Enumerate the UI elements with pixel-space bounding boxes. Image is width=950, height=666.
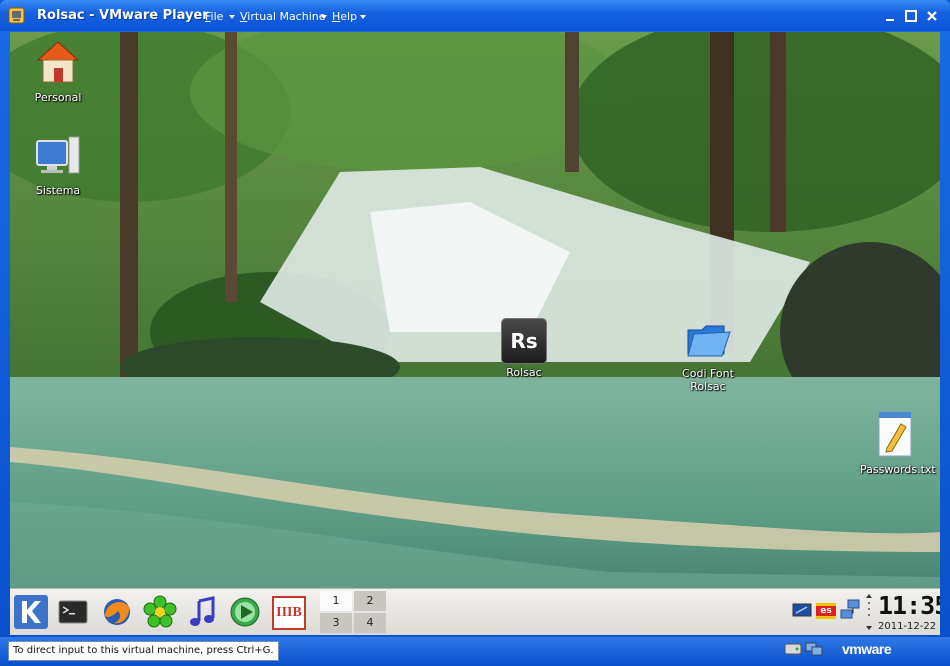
desktop-icon-label: Rolsac <box>506 366 542 379</box>
desktop-icon-label: Codi Font Rolsac <box>682 367 734 393</box>
kde-taskbar: IIIB 1 2 3 4 es 11:35 2011-12-22 <box>10 588 940 635</box>
desktop-icon-codi-font-rolsac[interactable]: Codi Font Rolsac <box>663 318 753 393</box>
terminal-icon[interactable] <box>56 595 90 629</box>
desktop-icon-label: Passwords.txt <box>860 463 936 476</box>
close-icon[interactable] <box>925 9 939 23</box>
media-player-icon[interactable] <box>228 595 262 629</box>
vm-screen[interactable]: Personal Sistema Rs Rolsac Codi Font Rol… <box>10 32 940 635</box>
window-title: Rolsac - VMware Player <box>37 8 209 23</box>
folder-icon <box>687 325 731 357</box>
input-hint-message: To direct input to this virtual machine,… <box>8 641 279 661</box>
display-icon[interactable] <box>792 603 812 619</box>
hard-disk-icon[interactable] <box>784 641 802 657</box>
desktop-pager: 1 2 3 4 <box>320 591 386 633</box>
network-icon[interactable] <box>840 599 860 621</box>
desktop-icon-sistema[interactable]: Sistema <box>13 135 103 197</box>
text-file-icon <box>878 411 912 457</box>
icq-flower-icon[interactable] <box>143 595 177 629</box>
ib-app-icon[interactable]: IIIB <box>272 596 306 630</box>
clock-time[interactable]: 11:35 <box>878 591 940 620</box>
desktop-wallpaper <box>10 32 940 635</box>
menu-file-arrow-icon[interactable] <box>229 15 235 19</box>
firefox-icon[interactable] <box>100 595 134 629</box>
pager-desktop-3[interactable]: 3 <box>320 613 352 633</box>
network-adapter-icon[interactable] <box>805 641 823 657</box>
desktop-icon-personal[interactable]: Personal <box>13 40 103 104</box>
home-folder-icon <box>36 41 80 83</box>
pager-desktop-4[interactable]: 4 <box>354 613 386 633</box>
desktop-icon-label: Sistema <box>35 184 81 197</box>
menu-help[interactable]: Help <box>332 10 357 23</box>
music-note-icon[interactable] <box>185 595 219 629</box>
menu-virtual-machine[interactable]: Virtual Machine <box>240 10 326 23</box>
vmware-logo: vmware <box>842 641 892 657</box>
keyboard-layout-icon[interactable]: es <box>816 603 836 619</box>
menu-help-arrow-icon[interactable] <box>360 15 366 19</box>
clock-scroll-arrows-icon[interactable] <box>865 593 873 631</box>
pager-desktop-2[interactable]: 2 <box>354 591 386 611</box>
title-bar[interactable]: Rolsac - VMware Player File Virtual Mach… <box>0 0 950 31</box>
rs-app-icon: Rs <box>501 318 547 364</box>
minimize-icon[interactable] <box>883 9 897 23</box>
desktop-icon-passwords[interactable]: Passwords.txt <box>850 410 940 476</box>
menu-virtual-machine-arrow-icon[interactable] <box>321 15 327 19</box>
computer-icon <box>36 136 80 174</box>
maximize-icon[interactable] <box>904 9 918 23</box>
desktop-icon-label: Personal <box>34 91 82 104</box>
menu-file[interactable]: File <box>205 10 223 23</box>
kde-menu-icon[interactable] <box>14 595 48 629</box>
desktop-icon-rolsac[interactable]: Rs Rolsac <box>479 318 569 379</box>
clock-date: 2011-12-22 <box>878 621 937 632</box>
pager-desktop-1[interactable]: 1 <box>320 591 352 611</box>
vmware-app-icon <box>8 7 25 24</box>
